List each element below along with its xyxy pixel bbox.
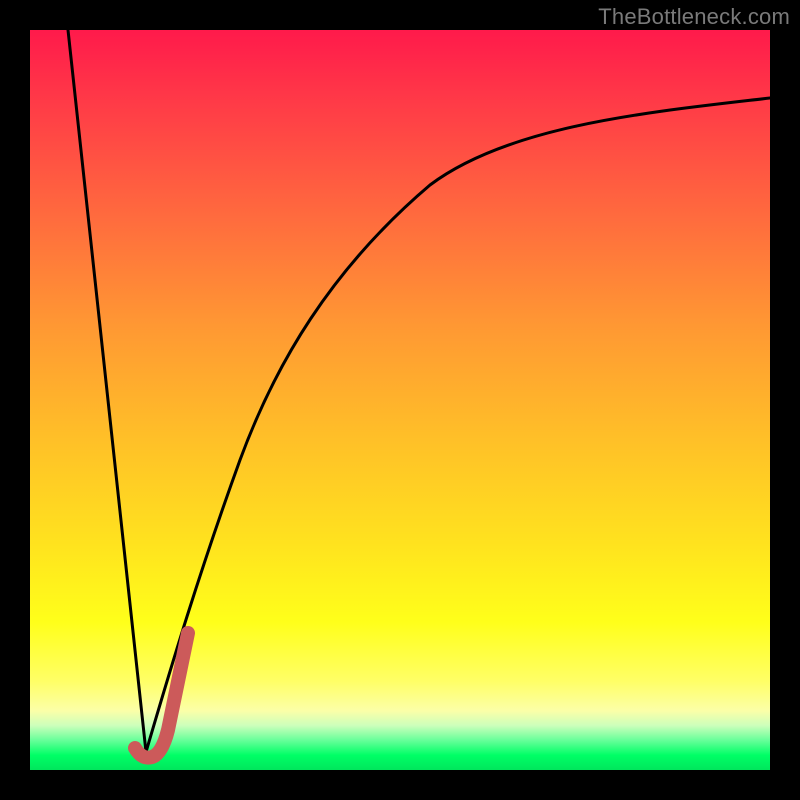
plot-area — [30, 30, 770, 770]
rising-curve — [146, 98, 770, 752]
curve-overlay — [30, 30, 770, 770]
attribution-text: TheBottleneck.com — [598, 4, 790, 30]
left-falling-line — [68, 30, 146, 752]
chart-frame: TheBottleneck.com — [0, 0, 800, 800]
